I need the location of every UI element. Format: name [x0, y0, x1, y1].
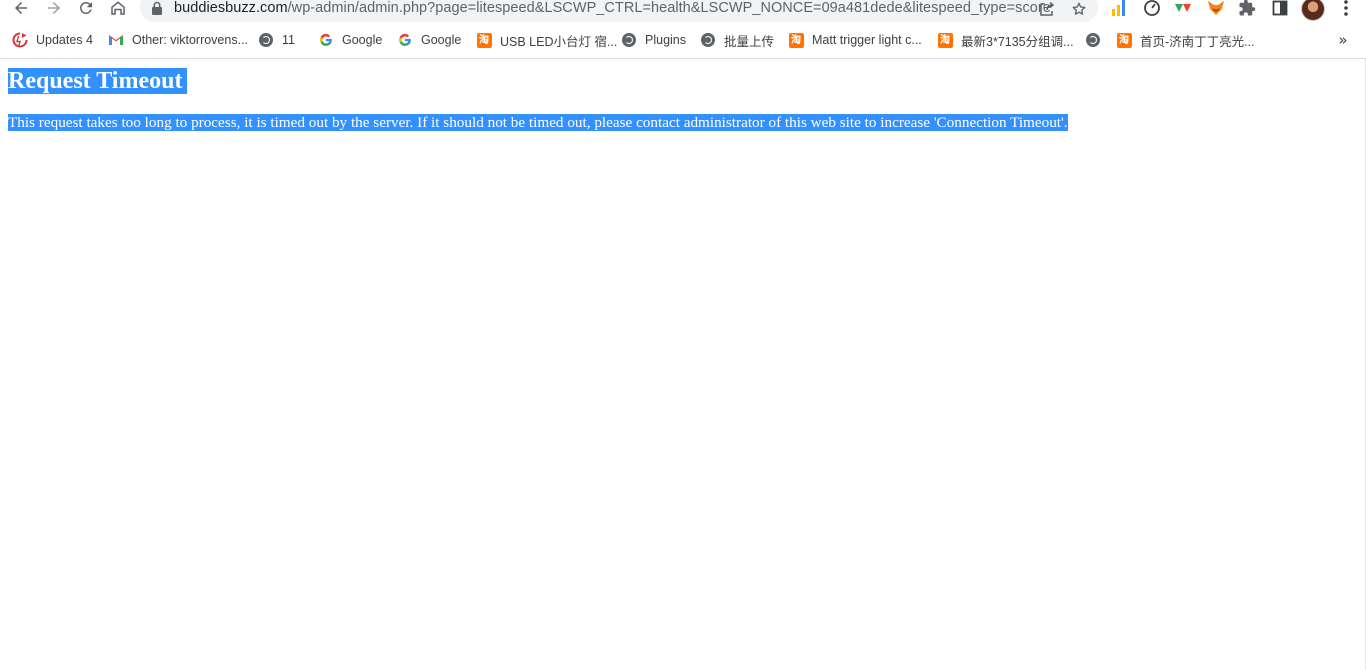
gmail-icon	[108, 32, 124, 48]
taobao-icon: 淘	[1116, 32, 1132, 48]
speed-extension-button[interactable]	[1142, 0, 1162, 18]
bookmark-label: Updates 4	[36, 33, 93, 47]
menu-button[interactable]	[1336, 0, 1356, 18]
reload-button[interactable]	[75, 0, 97, 19]
avatar[interactable]	[1301, 0, 1325, 21]
bookmark-label: Google	[342, 33, 383, 47]
error-message: This request takes too long to process, …	[8, 114, 1068, 132]
triangle-extension-button[interactable]	[1173, 0, 1193, 18]
bookmarks-bar: Updates 4 Other: viktorrovens... 11 Goog…	[0, 28, 1366, 52]
bookmark-label: 11	[282, 33, 295, 47]
globe-icon	[621, 32, 637, 48]
google-icon	[397, 32, 413, 48]
bookmark-label: Other: viktorrovens...	[132, 33, 249, 47]
bookmark-google-2[interactable]: Google	[397, 30, 461, 50]
bookmark-plugins[interactable]: Plugins	[621, 30, 686, 50]
fox-extension-button[interactable]	[1206, 0, 1226, 18]
bookmark-11[interactable]: 11	[258, 30, 295, 50]
reload-icon	[79, 1, 92, 14]
side-panel-icon	[1272, 0, 1288, 16]
bookmark-star-button[interactable]	[1070, 0, 1088, 18]
bookmark-globe[interactable]	[1085, 30, 1109, 50]
back-button[interactable]	[10, 0, 32, 19]
home-icon	[111, 1, 125, 15]
bookmark-7135[interactable]: 淘 最新3*7135分组调...	[937, 30, 1074, 50]
page-content: Request Timeout This request takes too l…	[0, 59, 1366, 670]
star-icon	[1072, 2, 1086, 15]
bookmark-updates[interactable]: Updates 4	[12, 30, 93, 50]
forward-button[interactable]	[43, 0, 65, 19]
lock-icon[interactable]	[151, 1, 163, 15]
bookmark-label: 最新3*7135分组调...	[961, 34, 1074, 49]
bookmark-label: USB LED小台灯 宿...	[500, 34, 618, 49]
forward-icon	[48, 2, 60, 14]
bookmark-usb-led[interactable]: 淘 USB LED小台灯 宿...	[476, 30, 617, 50]
url-host: buddiesbuzz.com	[174, 0, 288, 16]
share-icon	[1040, 1, 1055, 16]
bookmark-google-1[interactable]: Google	[318, 30, 382, 50]
triangle-extension-icon	[1175, 4, 1191, 12]
browser-toolbar: buddiesbuzz.com/wp-admin/admin.php?page=…	[0, 0, 1366, 22]
wordpress-updates-icon	[12, 32, 28, 48]
bookmark-matt-trigger[interactable]: 淘 Matt trigger light c...	[788, 30, 922, 50]
bookmarks-overflow-button[interactable]: »	[1334, 30, 1352, 50]
bookmark-jinan[interactable]: 淘 首页-济南丁丁亮光...	[1116, 30, 1255, 50]
taobao-icon: 淘	[937, 32, 953, 48]
home-button[interactable]	[107, 0, 129, 19]
globe-icon	[1085, 32, 1101, 48]
extensions-button[interactable]	[1237, 0, 1257, 18]
url-text[interactable]: buddiesbuzz.com/wp-admin/admin.php?page=…	[174, 0, 1051, 16]
bookmark-label: 批量上传	[724, 34, 775, 49]
bookmark-label: Matt trigger light c...	[812, 33, 922, 47]
more-vert-icon	[1344, 0, 1348, 16]
address-bar[interactable]: buddiesbuzz.com/wp-admin/admin.php?page=…	[140, 0, 1098, 22]
url-path: /wp-admin/admin.php?page=litespeed&LSCWP…	[287, 0, 1051, 16]
bookmark-bulk-upload[interactable]: 批量上传	[700, 30, 774, 50]
google-icon	[318, 32, 334, 48]
chart-extension-icon	[1112, 0, 1125, 16]
taobao-icon: 淘	[476, 32, 492, 48]
bookmark-label: Google	[421, 33, 462, 47]
error-message-text: This request takes too long to process, …	[8, 114, 1068, 131]
globe-icon	[700, 32, 716, 48]
side-panel-button[interactable]	[1270, 0, 1290, 18]
bookmark-label: 首页-济南丁丁亮光...	[1140, 34, 1255, 49]
speed-extension-icon	[1144, 0, 1160, 16]
bookmark-label: Plugins	[645, 33, 686, 47]
fox-extension-icon	[1208, 1, 1224, 15]
page-title: Request Timeout	[8, 68, 188, 94]
share-button[interactable]	[1038, 0, 1056, 18]
back-icon	[15, 2, 27, 14]
bookmark-gmail[interactable]: Other: viktorrovens...	[108, 30, 248, 50]
chart-extension-button[interactable]	[1109, 0, 1129, 18]
globe-icon	[258, 32, 274, 48]
taobao-icon: 淘	[788, 32, 804, 48]
puzzle-icon	[1239, 0, 1256, 16]
